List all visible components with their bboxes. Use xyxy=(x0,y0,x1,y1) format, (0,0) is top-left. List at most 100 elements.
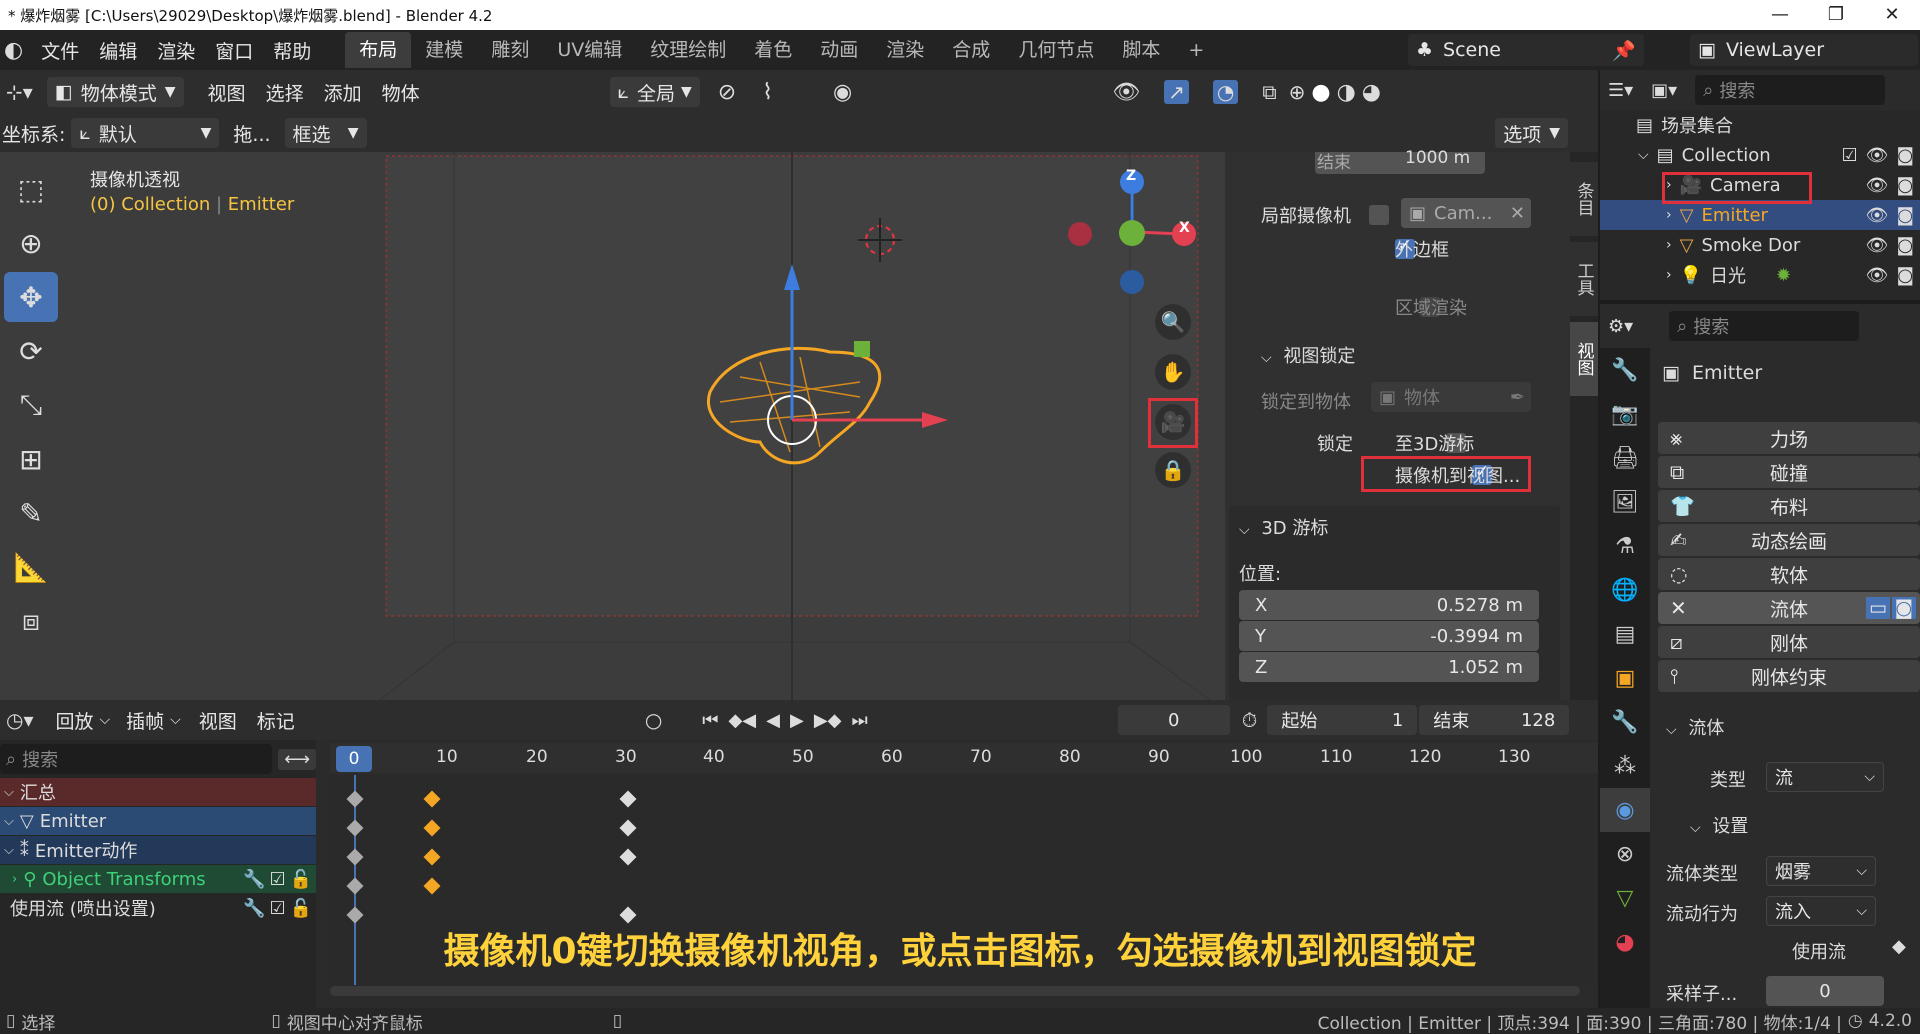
keyframe[interactable] xyxy=(346,790,364,808)
move-tool-icon[interactable]: ✥ xyxy=(4,272,58,322)
eye-icon[interactable]: 👁 xyxy=(1866,175,1889,196)
prev-key-icon[interactable]: ◆◀ xyxy=(728,710,756,731)
zoom-icon[interactable]: 🔍 xyxy=(1155,304,1191,340)
scene-tab-icon[interactable]: ⚗ xyxy=(1600,524,1650,568)
clear-icon[interactable]: ✕ xyxy=(1510,203,1525,224)
keyframe[interactable] xyxy=(423,877,441,895)
chevron-right-icon[interactable]: › xyxy=(1666,267,1672,283)
select-tool-icon[interactable]: ⬚ xyxy=(4,164,58,214)
add-cube-tool-icon[interactable]: ⧈ xyxy=(4,596,58,646)
tab-item[interactable]: 条目 xyxy=(1570,162,1598,236)
timeline-menu-marker[interactable]: 标记 xyxy=(247,707,305,734)
lock-object-field[interactable]: ▣ 物体 ✒ xyxy=(1371,382,1531,412)
keyframe[interactable] xyxy=(346,906,364,924)
end-frame-field[interactable]: 结束 128 xyxy=(1419,705,1570,735)
close-button[interactable]: ✕ xyxy=(1864,0,1920,30)
channel-use-flow[interactable]: 使用流 (喷出设置) 🔧 ☑ 🔓 xyxy=(0,894,316,922)
soft-body-button[interactable]: ◌ 软体 xyxy=(1658,558,1920,590)
rotate-tool-icon[interactable]: ⟳ xyxy=(4,326,58,376)
keying-dropdown[interactable]: 插帧 ⌵ xyxy=(118,705,189,735)
outliner-item-smoke-domain[interactable]: › ▽ Smoke Dor 👁 ◙ xyxy=(1600,230,1920,260)
outliner-item-sun[interactable]: › 💡 日光 ✹ 👁 ◙ xyxy=(1600,260,1920,290)
fluid-button[interactable]: ✕ 流体 ▭ ◙ xyxy=(1658,592,1920,624)
editor-type-icon[interactable]: ☰▾ xyxy=(1608,80,1633,101)
playback-dropdown[interactable]: 回放 ⌵ xyxy=(48,705,119,735)
frame-ruler[interactable]: 0 10 20 30 40 50 60 70 80 90 100 110 120… xyxy=(330,743,1598,773)
keyframe-diamond-icon[interactable]: ◆ xyxy=(1892,936,1906,957)
scene-selector[interactable]: ♣ Scene 📌 xyxy=(1408,34,1644,66)
tab-sculpting[interactable]: 雕刻 xyxy=(477,32,543,68)
fluid-panel-header[interactable]: ⌵ 流体 xyxy=(1666,714,1724,740)
next-key-icon[interactable]: ▶◆ xyxy=(814,710,842,731)
menu-object[interactable]: 物体 xyxy=(372,79,430,106)
rigid-body-constraint-button[interactable]: ⫯ 刚体约束 xyxy=(1658,660,1920,692)
channel-object-transforms[interactable]: › ⚲ Object Transforms 🔧 ☑ 🔓 xyxy=(0,865,316,893)
local-camera-checkbox[interactable] xyxy=(1369,205,1389,225)
outliner-search-input[interactable]: ⌕ 搜索 xyxy=(1695,75,1886,105)
tab-tool[interactable]: 工具 xyxy=(1570,242,1598,316)
checkbox-icon[interactable]: ☑ xyxy=(269,869,285,890)
viewlayer-selector[interactable]: ▣ ViewLayer xyxy=(1690,34,1918,66)
wrench-icon[interactable]: 🔧 xyxy=(243,869,265,890)
camera-render-icon[interactable]: ◙ xyxy=(1897,145,1914,166)
box-select-dropdown[interactable]: 框选 ▼ xyxy=(284,118,367,148)
scene-collection-row[interactable]: ▤ 场景集合 xyxy=(1600,110,1920,140)
channel-summary[interactable]: ⌵ 汇总 xyxy=(0,778,316,806)
constraints-tab-icon[interactable]: ⊗ xyxy=(1600,832,1650,876)
menu-window[interactable]: 窗口 xyxy=(205,37,263,64)
timeline-search-input[interactable]: ⌕ 搜索 xyxy=(0,744,273,774)
checkbox-icon[interactable]: ☑ xyxy=(1842,145,1858,166)
clip-end-value[interactable]: 1000 m xyxy=(1405,148,1470,168)
measure-tool-icon[interactable]: 📐 xyxy=(4,542,58,592)
tab-uv-editing[interactable]: UV编辑 xyxy=(543,32,636,68)
view-layer-tab-icon[interactable]: 🖼 xyxy=(1600,480,1650,524)
force-field-button[interactable]: ⨳ 力场 xyxy=(1658,422,1920,454)
jump-start-icon[interactable]: ⏮ xyxy=(702,710,718,731)
drag-label[interactable]: 拖... xyxy=(233,120,270,147)
dynamic-paint-button[interactable]: ✍ 动态绘画 xyxy=(1658,524,1920,556)
keyframe[interactable] xyxy=(346,819,364,837)
checkbox-icon[interactable]: ☑ xyxy=(269,898,285,919)
start-frame-field[interactable]: 起始 1 xyxy=(1267,705,1418,735)
display-mode-icon[interactable]: ▣▾ xyxy=(1651,80,1677,101)
minimize-button[interactable]: — xyxy=(1752,0,1808,30)
xray-icon[interactable]: ⧉ xyxy=(1262,80,1276,104)
eye-icon[interactable]: 👁 xyxy=(1866,265,1889,286)
overlay-toggle-icon[interactable]: ◔ xyxy=(1212,80,1239,104)
material-shading-icon[interactable]: ◑ xyxy=(1337,80,1356,105)
menu-edit[interactable]: 编辑 xyxy=(89,37,147,64)
collection-tab-icon[interactable]: ▤ xyxy=(1600,612,1650,656)
keyframe[interactable] xyxy=(346,877,364,895)
editor-type-icon[interactable]: ⚙▾ xyxy=(1608,316,1633,337)
rigid-body-button[interactable]: ⧄ 刚体 xyxy=(1658,626,1920,658)
clock-icon[interactable]: ◷▾ xyxy=(6,708,34,732)
render-toggle-icon[interactable]: ◙ xyxy=(1891,597,1916,619)
data-tab-icon[interactable]: ▽ xyxy=(1600,876,1650,920)
menu-render[interactable]: 渲染 xyxy=(147,37,205,64)
keyframe[interactable] xyxy=(619,848,637,866)
tab-view[interactable]: 视图 xyxy=(1570,322,1598,396)
pan-hand-icon[interactable]: ✋ xyxy=(1155,354,1191,390)
material-tab-icon[interactable]: ◕ xyxy=(1600,920,1650,964)
current-frame-field[interactable]: 0 xyxy=(1117,705,1230,735)
channel-action[interactable]: ⌵ ⁑ Emitter动作 xyxy=(0,836,316,864)
render-tab-icon[interactable]: 📷 xyxy=(1600,392,1650,436)
keyframe[interactable] xyxy=(619,819,637,837)
chevron-down-icon[interactable]: ⌵ xyxy=(1638,147,1649,163)
menu-view[interactable]: 视图 xyxy=(198,79,256,106)
annotate-tool-icon[interactable]: ✎ xyxy=(4,488,58,538)
eye-icon[interactable]: 👁 xyxy=(1866,235,1889,256)
eye-icon[interactable]: 👁 xyxy=(1866,205,1889,226)
menu-file[interactable]: 文件 xyxy=(31,37,89,64)
record-icon[interactable]: ○ xyxy=(645,708,662,732)
menu-add[interactable]: 添加 xyxy=(314,79,372,106)
tab-modeling[interactable]: 建模 xyxy=(411,32,477,68)
pivot-icon[interactable]: ⊘ xyxy=(718,80,736,105)
cursor-y-field[interactable]: Y -0.3994 m xyxy=(1239,621,1539,651)
play-reverse-icon[interactable]: ◀ xyxy=(766,710,780,731)
jump-end-icon[interactable]: ⏭ xyxy=(852,710,868,731)
viewlock-panel-header[interactable]: ⌵ 视图锁定 xyxy=(1261,342,1355,368)
outliner-item-emitter[interactable]: › ▽ Emitter 👁 ◙ xyxy=(1600,200,1920,230)
menu-select[interactable]: 选择 xyxy=(256,79,314,106)
chevron-right-icon[interactable]: › xyxy=(1666,207,1672,223)
